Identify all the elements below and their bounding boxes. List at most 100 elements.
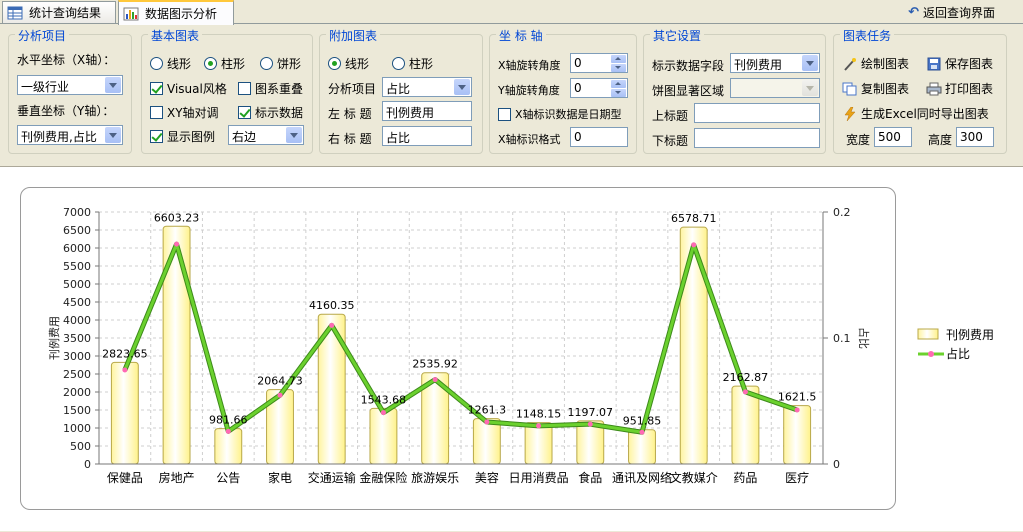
bottom-title-input[interactable]	[694, 128, 820, 148]
group-analysis: 分析项目 水平坐标（X轴）： 一级行业 垂直坐标（Y轴）： 刊例费用,占比	[8, 27, 132, 154]
x-tick-label: 保健品	[107, 471, 143, 485]
line-marker	[639, 429, 645, 435]
export-excel-label: 生成Excel同时导出图表	[861, 107, 989, 121]
spin-up-icon[interactable]	[611, 80, 626, 88]
x-format-input[interactable]: 0	[570, 127, 628, 147]
extra-item-select[interactable]: 占比	[382, 77, 472, 97]
data-label: 951.85	[623, 415, 662, 428]
y2-tick-label: 0	[833, 458, 840, 471]
y-axis-title: 刊例费用	[47, 316, 61, 360]
extra-item-value: 占比	[386, 82, 411, 96]
y-tick-label: 500	[70, 440, 91, 453]
return-arrow-icon: ↶	[908, 5, 919, 20]
legend-position-select[interactable]: 右边	[228, 125, 304, 145]
x-axis-select[interactable]: 一级行业	[17, 75, 123, 95]
pie-area-select[interactable]	[730, 78, 820, 98]
x-is-date-checkbox[interactable]: X轴标识数据是日期型	[498, 106, 622, 122]
x-rotate-spinner[interactable]: 0	[570, 53, 628, 73]
y-rotate-spinner[interactable]: 0	[570, 78, 628, 98]
draw-chart-button[interactable]: 绘制图表	[842, 55, 909, 72]
x-tick-label: 房地产	[159, 470, 195, 485]
bar	[524, 422, 553, 465]
extra-radio-bar[interactable]: 柱形	[392, 55, 433, 72]
y-tick-label: 4000	[63, 314, 91, 327]
width-input[interactable]: 500	[874, 127, 912, 147]
top-title-input[interactable]	[694, 103, 820, 123]
y-tick-label: 1000	[63, 422, 91, 435]
bar	[783, 405, 812, 465]
line-marker	[380, 410, 386, 416]
left-title-input[interactable]: 刊例费用	[382, 101, 472, 121]
draw-chart-label: 绘制图表	[861, 57, 910, 71]
data-label: 1148.15	[516, 408, 562, 421]
y-tick-label: 7000	[63, 206, 91, 219]
tab-chart-analysis[interactable]: 数据图示分析	[118, 0, 234, 25]
basic-radio-pie-label: 饼形	[277, 57, 302, 71]
basic-radio-pie[interactable]: 饼形	[260, 55, 301, 72]
basic-radio-bar[interactable]: 柱形	[204, 55, 245, 72]
height-input[interactable]: 300	[956, 127, 994, 147]
save-chart-label: 保存图表	[945, 57, 994, 71]
legend-line-marker	[928, 351, 934, 357]
chevron-down-icon[interactable]	[802, 80, 818, 96]
visual-style-label: Visual风格	[167, 82, 227, 96]
bar	[628, 429, 656, 465]
line-marker	[174, 241, 180, 247]
overlay-label: 图系重叠	[255, 82, 304, 96]
group-basic-chart: 基本图表 线形 柱形 饼形 Visual风格 图系重叠 XY轴对调 标示数据 显…	[141, 27, 313, 154]
checkbox-unchecked-icon	[150, 106, 163, 119]
data-label: 981.66	[209, 414, 248, 427]
print-chart-button[interactable]: 打印图表	[926, 80, 993, 97]
y2-tick-label: 0.1	[833, 332, 851, 345]
line-marker	[484, 419, 490, 425]
spin-up-icon[interactable]	[611, 55, 626, 63]
extra-radio-line[interactable]: 线形	[328, 55, 369, 72]
chevron-down-icon[interactable]	[802, 55, 818, 71]
swap-xy-checkbox[interactable]: XY轴对调	[150, 104, 219, 121]
chevron-down-icon[interactable]	[454, 79, 470, 95]
checkbox-checked-icon	[150, 130, 163, 143]
show-legend-checkbox[interactable]: 显示图例	[150, 128, 215, 145]
line-marker	[691, 242, 697, 248]
chevron-down-icon[interactable]	[105, 127, 121, 143]
overlay-checkbox[interactable]: 图系重叠	[238, 80, 303, 97]
y-axis-select[interactable]: 刊例费用,占比	[17, 125, 123, 145]
basic-radio-line[interactable]: 线形	[150, 55, 191, 72]
group-analysis-legend: 分析项目	[15, 27, 70, 44]
pie-area-label: 饼图显著区域	[652, 84, 725, 98]
tab-query-results-label: 统计查询结果	[29, 6, 102, 20]
top-title-label: 上标题	[652, 109, 689, 123]
export-excel-button[interactable]: 生成Excel同时导出图表	[842, 105, 989, 122]
data-field-select[interactable]: 刊例费用	[730, 53, 820, 73]
basic-radio-line-label: 线形	[167, 57, 192, 71]
y-rotate-label: Y轴旋转角度	[498, 84, 560, 97]
chevron-down-icon[interactable]	[286, 127, 302, 143]
checkbox-checked-icon	[150, 82, 163, 95]
y-tick-label: 6500	[63, 224, 91, 237]
extra-radio-bar-label: 柱形	[409, 57, 434, 71]
legend-bar-label: 刊例费用	[946, 328, 994, 342]
spin-down-icon[interactable]	[611, 64, 626, 72]
chevron-down-icon[interactable]	[105, 77, 121, 93]
x-tick-label: 文教媒介	[670, 470, 718, 485]
tab-chart-analysis-label: 数据图示分析	[145, 7, 218, 21]
x-tick-label: 美容	[475, 470, 499, 485]
settings-panel: 分析项目 水平坐标（X轴）： 一级行业 垂直坐标（Y轴）： 刊例费用,占比 基本…	[3, 26, 1020, 159]
copy-chart-button[interactable]: 复制图表	[842, 80, 909, 97]
y-tick-label: 3500	[63, 332, 91, 345]
show-data-checkbox[interactable]: 标示数据	[238, 104, 303, 121]
visual-style-checkbox[interactable]: Visual风格	[150, 80, 227, 97]
bar	[110, 361, 139, 465]
save-chart-button[interactable]: 保存图表	[926, 55, 993, 72]
x-is-date-label: X轴标识数据是日期型	[515, 108, 622, 121]
radio-on-icon	[204, 57, 217, 70]
y-tick-label: 5500	[63, 260, 91, 273]
right-title-input[interactable]: 占比	[382, 126, 472, 146]
tab-query-results[interactable]: 统计查询结果	[2, 1, 116, 23]
x-tick-label: 金融保险	[359, 470, 407, 485]
chart-wand-icon	[844, 57, 856, 71]
back-to-query-button[interactable]: ↶ 返回查询界面	[908, 4, 995, 21]
y-tick-label: 1500	[63, 404, 91, 417]
spin-down-icon[interactable]	[611, 89, 626, 97]
bar	[472, 418, 501, 465]
